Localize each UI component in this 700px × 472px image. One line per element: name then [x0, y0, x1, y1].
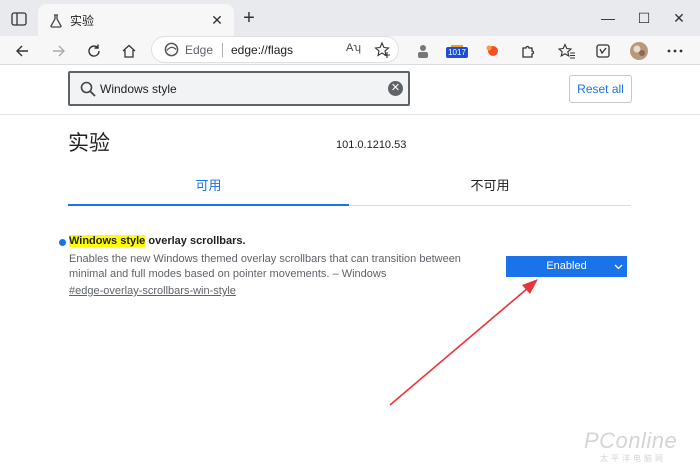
refresh-icon[interactable] — [83, 40, 105, 62]
flag-name: Windows style overlay scrollbars. — [69, 235, 246, 247]
flag-state-select[interactable]: Enabled — [506, 256, 627, 277]
tab-title: 实验 — [70, 14, 95, 28]
reset-all-button[interactable]: Reset all — [569, 75, 632, 103]
edge-logo-icon — [164, 42, 179, 57]
address-bar[interactable]: Edge edge://flags Aʮ — [151, 36, 399, 63]
flag-description: Enables the new Windows themed overlay s… — [69, 253, 461, 280]
favorite-add-icon[interactable] — [374, 41, 392, 59]
search-box[interactable]: ✕ — [68, 71, 410, 106]
favorites-icon[interactable] — [556, 40, 578, 62]
extension-orange-icon[interactable] — [481, 40, 503, 62]
collections-icon[interactable] — [592, 40, 614, 62]
toolbar: Edge edge://flags Aʮ — [0, 36, 700, 65]
forward-icon[interactable] — [48, 40, 70, 62]
watermark-logo: PConline — [584, 428, 678, 453]
home-icon[interactable] — [118, 40, 140, 62]
profile-avatar[interactable] — [628, 40, 650, 62]
puzzle-icon[interactable] — [517, 40, 539, 62]
tab-unavailable[interactable]: 不可用 — [349, 168, 631, 206]
more-menu-icon[interactable] — [664, 40, 686, 62]
flask-icon — [48, 13, 64, 29]
extension-badge-count: 1017 — [446, 47, 468, 58]
new-tab-icon[interactable]: + — [240, 8, 258, 28]
read-aloud-icon[interactable]: Aʮ — [346, 42, 361, 54]
tab-actions-icon[interactable] — [8, 8, 30, 30]
back-icon[interactable] — [11, 40, 33, 62]
version-label: 101.0.1210.53 — [336, 139, 407, 151]
flags-tabs: 可用 不可用 — [68, 168, 631, 206]
chevron-down-icon — [613, 256, 623, 277]
search-icon — [79, 80, 97, 98]
watermark-sub: 太平洋电脑网 — [600, 454, 666, 463]
tab-available[interactable]: 可用 — [68, 168, 349, 206]
minimize-icon[interactable]: — — [598, 8, 618, 28]
close-tab-icon[interactable]: ✕ — [210, 13, 224, 27]
page-title: 实验 — [68, 131, 110, 155]
flag-name-highlight: Windows style — [69, 235, 146, 247]
maximize-icon[interactable]: ☐ — [634, 8, 654, 28]
url-text[interactable]: edge://flags — [231, 43, 293, 57]
address-divider — [222, 43, 223, 57]
flag-modified-dot — [59, 239, 66, 246]
clear-search-icon[interactable]: ✕ — [388, 81, 403, 96]
search-input[interactable] — [100, 79, 380, 99]
edge-label: Edge — [185, 43, 214, 57]
extension-icon[interactable] — [412, 40, 434, 62]
tab-strip: 实验 ✕ + — ☐ ✕ — [0, 0, 700, 36]
flag-name-rest: overlay scrollbars. — [145, 235, 246, 247]
tab-active[interactable]: 实验 ✕ — [38, 4, 234, 36]
flags-header: ✕ Reset all — [0, 65, 700, 115]
flag-item: Windows style overlay scrollbars. Enable… — [58, 233, 638, 303]
flag-state-value: Enabled — [546, 260, 587, 272]
close-window-icon[interactable]: ✕ — [669, 8, 689, 28]
flag-permalink[interactable]: #edge-overlay-scrollbars-win-style — [69, 285, 236, 297]
